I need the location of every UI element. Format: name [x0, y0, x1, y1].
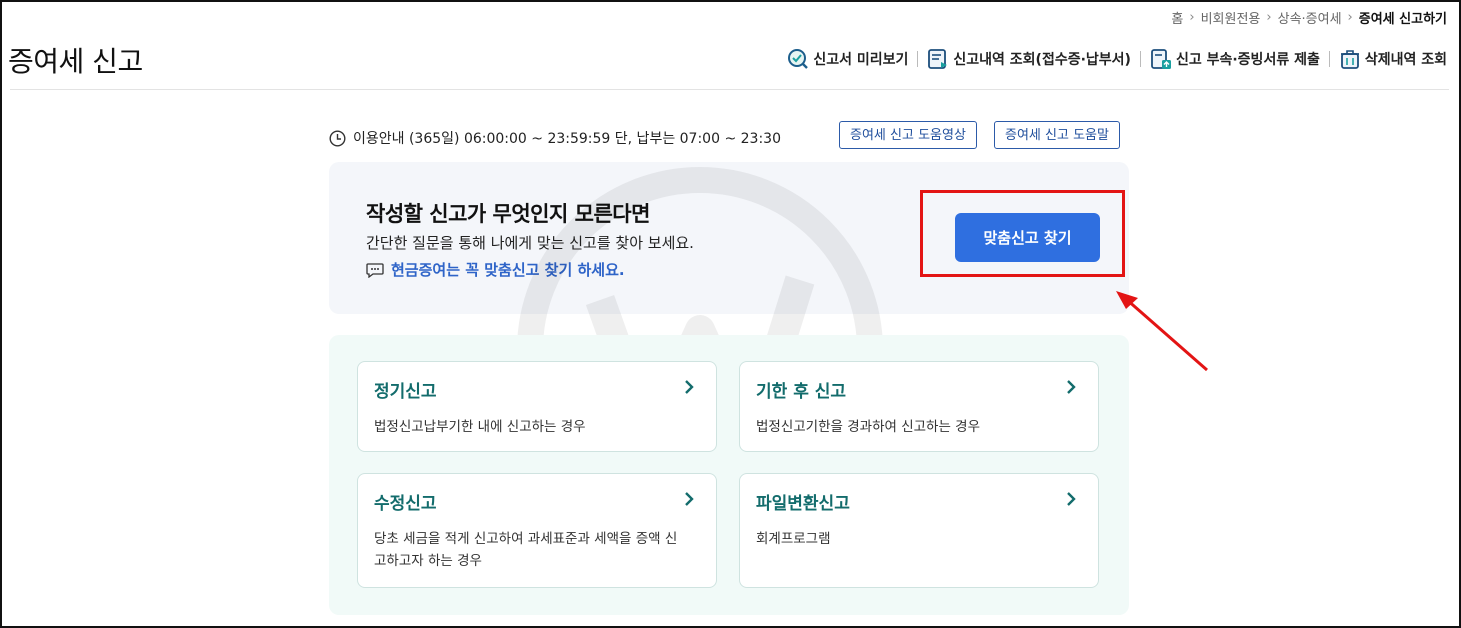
- chevron-right-icon: [685, 492, 694, 506]
- chevron-right-icon: [1067, 492, 1076, 506]
- usage-hours-text: 이용안내 (365일) 06:00:00 ~ 23:59:59 단, 납부는 0…: [353, 131, 781, 147]
- usage-info: 이용안내 (365일) 06:00:00 ~ 23:59:59 단, 납부는 0…: [329, 128, 781, 148]
- magnify-check-icon: [788, 49, 809, 69]
- card-title: 파일변환신고: [756, 494, 850, 514]
- toolbar-divider: [917, 51, 919, 67]
- history-button[interactable]: 신고내역 조회(접수증·납부서): [927, 48, 1131, 70]
- guide-note-text: 현금증여는 꼭 맞춤신고 찾기 하세요.: [391, 261, 625, 279]
- card-description: 회계프로그램: [756, 531, 831, 547]
- breadcrumb-home[interactable]: 홈: [1171, 8, 1183, 27]
- document-list-icon: [928, 49, 948, 69]
- breadcrumb: 홈 › 비회원전용 › 상속·증여세 › 증여세 신고하기: [1171, 8, 1447, 27]
- top-toolbar: 신고서 미리보기 신고내역 조회(접수증·납부서) 신고 부속·증빙서류 제출: [787, 48, 1447, 70]
- deleted-label: 삭제내역 조회: [1364, 52, 1447, 68]
- chat-bubble-icon: [366, 262, 384, 278]
- chevron-right-icon: ›: [1266, 10, 1272, 25]
- breadcrumb-current: 증여세 신고하기: [1358, 12, 1447, 27]
- deleted-history-button[interactable]: 삭제내역 조회: [1339, 48, 1447, 70]
- breadcrumb-nonmember[interactable]: 비회원전용: [1201, 8, 1261, 27]
- guide-banner: 작성할 신고가 무엇인지 모른다면 간단한 질문을 통해 나에게 맞는 신고를 …: [329, 162, 1129, 314]
- card-title: 기한 후 신고: [756, 382, 847, 402]
- preview-button[interactable]: 신고서 미리보기: [787, 48, 908, 70]
- page-title: 증여세 신고: [8, 45, 143, 78]
- card-regular-report[interactable]: 정기신고 법정신고납부기한 내에 신고하는 경우: [357, 361, 717, 452]
- clock-icon: [329, 129, 346, 147]
- card-file-conversion-report[interactable]: 파일변환신고 회계프로그램: [739, 473, 1099, 588]
- help-text-button[interactable]: 증여세 신고 도움말: [994, 121, 1120, 149]
- breadcrumb-inheritance-gift-tax[interactable]: 상속·증여세: [1278, 8, 1342, 27]
- card-late-report[interactable]: 기한 후 신고 법정신고기한을 경과하여 신고하는 경우: [739, 361, 1099, 452]
- guide-title: 작성할 신고가 무엇인지 모른다면: [366, 202, 650, 226]
- custom-report-find-button[interactable]: 맞춤신고 찾기: [955, 213, 1100, 262]
- chevron-right-icon: ›: [1347, 10, 1353, 25]
- attach-label: 신고 부속·증빙서류 제출: [1175, 52, 1320, 68]
- preview-label: 신고서 미리보기: [813, 52, 909, 68]
- card-title: 수정신고: [374, 494, 437, 514]
- history-label: 신고내역 조회(접수증·납부서): [953, 52, 1131, 68]
- trash-icon: [1340, 50, 1359, 69]
- document-upload-icon: [1151, 49, 1171, 69]
- chevron-right-icon: ›: [1189, 10, 1195, 25]
- guide-description: 간단한 질문을 통해 나에게 맞는 신고를 찾아 보세요.: [366, 234, 694, 252]
- card-title: 정기신고: [374, 382, 437, 402]
- chevron-right-icon: [685, 380, 694, 394]
- toolbar-divider: [1328, 51, 1330, 67]
- header-divider: [10, 89, 1449, 90]
- card-description: 법정신고기한을 경과하여 신고하는 경우: [756, 419, 981, 435]
- card-amended-report[interactable]: 수정신고 당초 세금을 적게 신고하여 과세표준과 세액을 증액 신고하고자 하…: [357, 473, 717, 588]
- chevron-right-icon: [1067, 380, 1076, 394]
- attach-submit-button[interactable]: 신고 부속·증빙서류 제출: [1150, 48, 1320, 70]
- card-description: 법정신고납부기한 내에 신고하는 경우: [374, 419, 586, 435]
- card-description: 당초 세금을 적게 신고하여 과세표준과 세액을 증액 신고하고자 하는 경우: [374, 531, 678, 569]
- guide-note: 현금증여는 꼭 맞춤신고 찾기 하세요.: [366, 259, 625, 280]
- help-video-button[interactable]: 증여세 신고 도움영상: [839, 121, 977, 149]
- toolbar-divider: [1139, 51, 1141, 67]
